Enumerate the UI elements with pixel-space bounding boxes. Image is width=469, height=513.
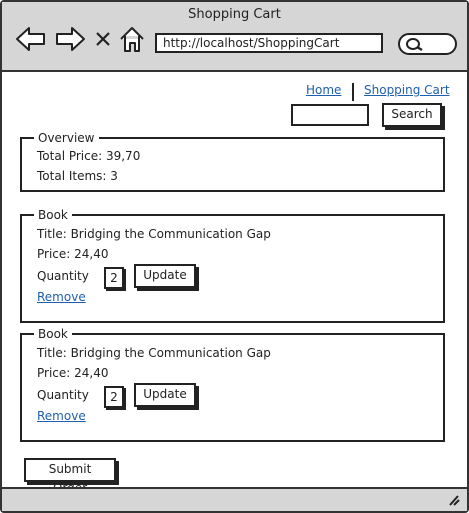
browser-search-field[interactable] [398, 33, 457, 55]
close-icon[interactable] [94, 24, 112, 54]
search-icon [406, 38, 423, 52]
book-legend: Book [34, 326, 72, 342]
total-items: Total Items: 3 [37, 169, 118, 183]
submit-order-button[interactable]: Submit Order [24, 458, 116, 495]
nav-separator [352, 83, 354, 101]
browser-window: Shopping Cart http://localhost/ShoppingC… [0, 0, 469, 513]
browser-toolbar: Shopping Cart http://localhost/ShoppingC… [2, 2, 467, 72]
quantity-label: Quantity [37, 388, 89, 402]
overview-panel: Overview Total Price: 39,70 Total Items:… [20, 130, 445, 192]
update-button[interactable]: Update [134, 383, 196, 407]
search-input[interactable] [291, 104, 369, 126]
book-title: Title: Bridging the Communication Gap [37, 227, 271, 241]
nav-link-shopping-cart[interactable]: Shopping Cart [364, 83, 450, 97]
nav-link-home[interactable]: Home [306, 83, 341, 97]
forward-arrow-icon[interactable] [54, 24, 86, 54]
window-title: Shopping Cart [188, 7, 281, 22]
remove-link[interactable]: Remove [37, 290, 86, 304]
book-panel: Book Title: Bridging the Communication G… [20, 326, 445, 442]
back-arrow-icon[interactable] [15, 24, 47, 54]
book-legend: Book [34, 207, 72, 223]
total-price: Total Price: 39,70 [37, 149, 141, 163]
book-price: Price: 24,40 [37, 247, 109, 261]
status-bar [2, 487, 467, 511]
quantity-label: Quantity [37, 269, 89, 283]
update-button[interactable]: Update [134, 264, 196, 288]
overview-legend: Overview [34, 130, 99, 146]
home-icon[interactable] [118, 24, 146, 54]
resize-grip-icon[interactable] [447, 494, 461, 506]
remove-link[interactable]: Remove [37, 409, 86, 423]
quantity-input[interactable]: 2 [104, 267, 124, 289]
url-bar[interactable]: http://localhost/ShoppingCart [155, 33, 383, 53]
url-text: http://localhost/ShoppingCart [163, 36, 340, 50]
book-price: Price: 24,40 [37, 366, 109, 380]
search-button[interactable]: Search [382, 103, 442, 127]
quantity-input[interactable]: 2 [104, 386, 124, 408]
book-title: Title: Bridging the Communication Gap [37, 346, 271, 360]
book-panel: Book Title: Bridging the Communication G… [20, 207, 445, 323]
